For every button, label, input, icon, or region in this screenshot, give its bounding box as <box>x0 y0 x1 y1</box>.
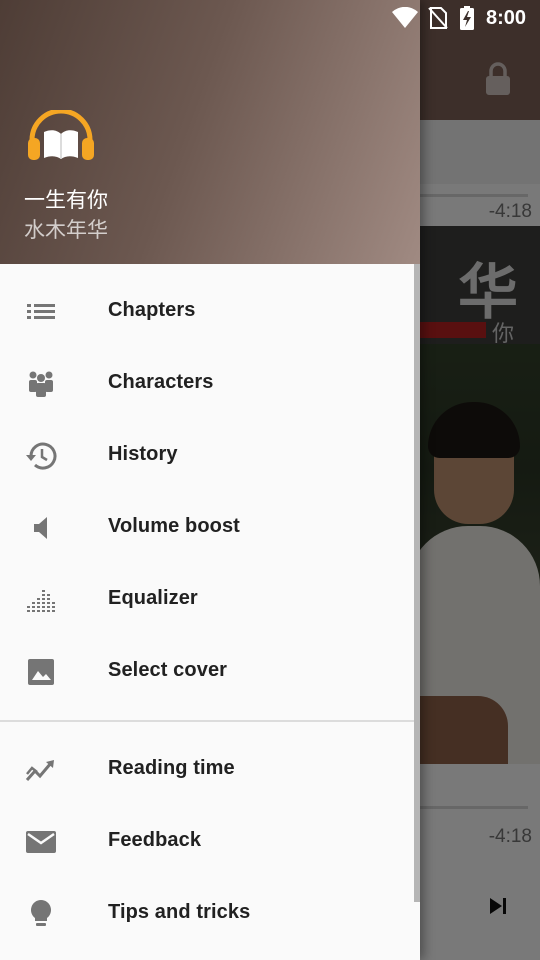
menu-item-history[interactable]: History <box>0 420 420 492</box>
menu-item-tips-and-tricks[interactable]: Tips and tricks <box>0 878 420 950</box>
status-bar: 8:00 <box>0 0 540 36</box>
drawer-divider <box>0 720 420 722</box>
menu-label-feedback: Feedback <box>108 829 202 851</box>
menu-label-equalizer: Equalizer <box>108 587 198 609</box>
no-sim-icon <box>428 7 448 29</box>
mail-icon <box>26 831 56 853</box>
menu-item-characters[interactable]: Characters <box>0 348 420 420</box>
menu-item-equalizer[interactable]: Equalizer <box>0 564 420 636</box>
screen: -4:18 华 你 -4:18 <box>0 0 540 960</box>
lightbulb-icon <box>31 900 51 926</box>
menu-label-chapters: Chapters <box>108 299 196 321</box>
image-icon <box>28 659 54 685</box>
equalizer-icon <box>27 590 55 612</box>
battery-charging-icon <box>460 6 474 30</box>
trending-icon <box>25 760 54 781</box>
wifi-icon <box>392 7 418 28</box>
menu-label-reading-time: Reading time <box>108 757 235 779</box>
menu-label-volume-boost: Volume boost <box>108 515 240 537</box>
status-time: 8:00 <box>486 7 527 29</box>
menu-label-history: History <box>108 443 178 465</box>
volume-icon <box>34 517 47 539</box>
menu-label-characters: Characters <box>108 371 214 393</box>
menu-label-select-cover: Select cover <box>108 659 228 681</box>
menu-item-feedback[interactable]: Feedback <box>0 806 420 878</box>
menu-item-select-cover[interactable]: Select cover <box>0 636 420 708</box>
people-icon <box>29 371 53 397</box>
drawer-header: 一生有你 水木年华 <box>0 0 420 264</box>
menu-label-tips-and-tricks: Tips and tricks <box>108 901 251 923</box>
menu-item-volume-boost[interactable]: Volume boost <box>0 492 420 564</box>
menu-item-chapters[interactable]: Chapters <box>0 276 420 348</box>
menu-item-reading-time[interactable]: Reading time <box>0 734 420 806</box>
headphones-book-icon <box>28 110 94 160</box>
drawer-scrollbar[interactable] <box>414 264 420 902</box>
book-author: 水木年华 <box>24 218 108 242</box>
book-title: 一生有你 <box>24 188 108 212</box>
history-icon <box>26 442 57 470</box>
list-icon <box>27 304 55 319</box>
navigation-drawer: 一生有你 水木年华 Chapters Characters History Vo… <box>0 0 420 960</box>
